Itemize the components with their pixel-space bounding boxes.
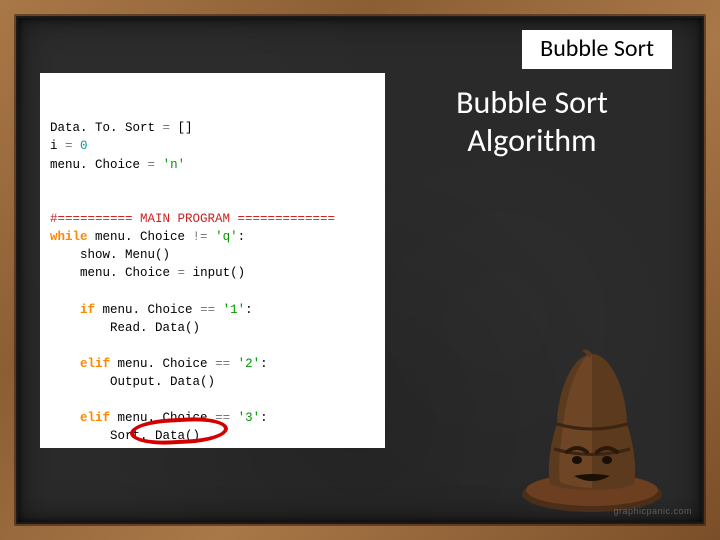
code-token: () bbox=[230, 266, 245, 280]
code-token: elif bbox=[80, 411, 110, 425]
code-token: menu. Choice bbox=[95, 303, 200, 317]
code-token: Output. Data bbox=[50, 375, 200, 389]
code-token bbox=[230, 357, 238, 371]
code-line: if menu. Choice == '1': bbox=[50, 301, 379, 319]
code-token: : bbox=[245, 303, 253, 317]
code-token: : bbox=[238, 230, 246, 244]
code-token: = bbox=[163, 121, 171, 135]
code-token: elif bbox=[80, 357, 110, 371]
code-token: '2' bbox=[238, 357, 261, 371]
code-token: [] bbox=[170, 121, 193, 135]
code-line: menu. Choice = 'n' bbox=[50, 156, 379, 174]
code-token bbox=[230, 411, 238, 425]
code-panel: Data. To. Sort = []i = 0menu. Choice = '… bbox=[40, 73, 385, 448]
code-token bbox=[208, 230, 216, 244]
code-token: : bbox=[260, 411, 268, 425]
code-token: == bbox=[215, 357, 230, 371]
code-line: elif menu. Choice == '3': bbox=[50, 409, 379, 427]
code-line bbox=[50, 282, 379, 300]
code-token bbox=[155, 158, 163, 172]
code-token bbox=[50, 303, 80, 317]
code-line: Read. Data() bbox=[50, 319, 379, 337]
code-token bbox=[50, 411, 80, 425]
code-token bbox=[50, 357, 80, 371]
code-line: while menu. Choice != 'q': bbox=[50, 228, 379, 246]
code-line: menu. Choice = input() bbox=[50, 264, 379, 282]
code-token: menu. Choice bbox=[110, 411, 215, 425]
code-token: () bbox=[155, 248, 170, 262]
code-token: = bbox=[178, 266, 186, 280]
code-token: () bbox=[185, 321, 200, 335]
code-token: 0 bbox=[80, 139, 88, 153]
code-line bbox=[50, 337, 379, 355]
code-token: = bbox=[148, 158, 156, 172]
code-token bbox=[73, 139, 81, 153]
watermark-text: graphicpanic.com bbox=[613, 506, 692, 516]
main-heading: Bubble Sort Algorithm bbox=[402, 84, 662, 161]
code-line: i = 0 bbox=[50, 137, 379, 155]
code-token: i bbox=[50, 139, 65, 153]
code-token bbox=[215, 303, 223, 317]
code-token: Data. To. Sort bbox=[50, 121, 163, 135]
slide-title-box: Bubble Sort bbox=[522, 30, 672, 69]
code-token: menu. Choice bbox=[88, 230, 193, 244]
code-token: Read. Data bbox=[50, 321, 185, 335]
wooden-frame: Bubble Sort Bubble Sort Algorithm Data. … bbox=[0, 0, 720, 540]
chalkboard: Bubble Sort Bubble Sort Algorithm Data. … bbox=[16, 16, 704, 524]
code-token: #========== MAIN PROGRAM ============= bbox=[50, 212, 335, 226]
code-line: show. Menu() bbox=[50, 246, 379, 264]
code-token bbox=[185, 266, 193, 280]
code-token: == bbox=[200, 303, 215, 317]
code-token: == bbox=[215, 411, 230, 425]
code-token: show. Menu bbox=[50, 248, 155, 262]
code-token: if bbox=[80, 303, 95, 317]
code-token: = bbox=[65, 139, 73, 153]
code-line bbox=[50, 174, 379, 192]
code-token: menu. Choice bbox=[50, 266, 178, 280]
sorting-hat-svg bbox=[512, 344, 672, 514]
code-token: 'q' bbox=[215, 230, 238, 244]
code-token: () bbox=[185, 429, 200, 443]
slide-title: Bubble Sort bbox=[540, 34, 654, 63]
code-line bbox=[50, 192, 379, 210]
sorting-hat-icon bbox=[512, 344, 672, 514]
code-token: menu. Choice bbox=[110, 357, 215, 371]
code-line: Data. To. Sort = [] bbox=[50, 119, 379, 137]
code-token: while bbox=[50, 230, 88, 244]
code-line: Sort. Data() bbox=[50, 427, 379, 445]
code-token: '3' bbox=[238, 411, 261, 425]
code-token: != bbox=[193, 230, 208, 244]
code-token: menu. Choice bbox=[50, 158, 148, 172]
code-token: Sort. Data bbox=[50, 429, 185, 443]
code-token: 'n' bbox=[163, 158, 186, 172]
code-token: () bbox=[200, 375, 215, 389]
code-token: '1' bbox=[223, 303, 246, 317]
code-line: #========== MAIN PROGRAM ============= bbox=[50, 210, 379, 228]
code-token: : bbox=[260, 357, 268, 371]
code-line bbox=[50, 391, 379, 409]
code-line: elif menu. Choice == '2': bbox=[50, 355, 379, 373]
code-line: Output. Data() bbox=[50, 373, 379, 391]
code-token: input bbox=[193, 266, 231, 280]
